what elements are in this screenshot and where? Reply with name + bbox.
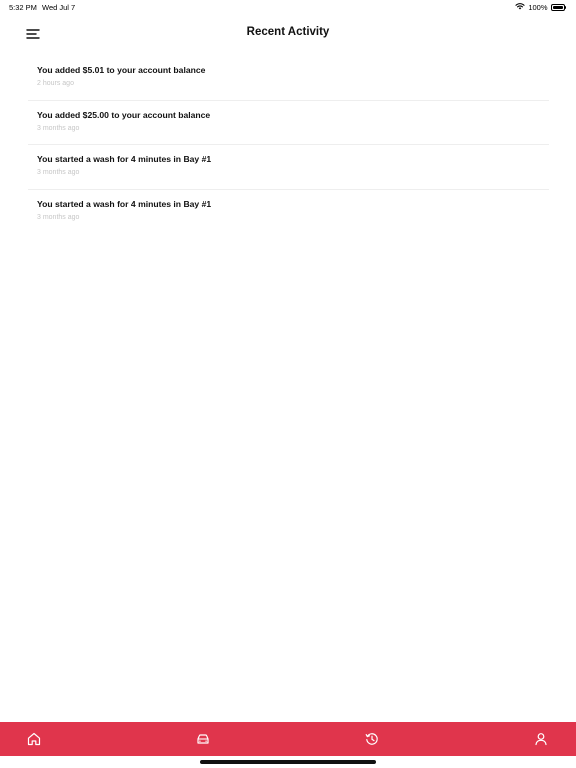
activity-text: You started a wash for 4 minutes in Bay …: [37, 198, 212, 209]
activity-time: 3 months ago: [37, 124, 80, 132]
header: Recent Activity: [0, 20, 576, 48]
page-title: Recent Activity: [246, 26, 330, 38]
status-time: 5:32 PM: [9, 3, 37, 12]
activity-time: 3 months ago: [37, 213, 80, 221]
activity-item: You added $5.01 to your account balance …: [28, 56, 549, 101]
status-bar: 5:32 PM Wed Jul 7 100%: [0, 0, 576, 14]
activity-time: 2 hours ago: [37, 80, 74, 87]
activity-text: You started a wash for 4 minutes in Bay …: [37, 154, 212, 164]
car-icon: [197, 734, 209, 744]
home-indicator[interactable]: [200, 760, 376, 764]
status-right: 100%: [515, 2, 566, 12]
battery-percent: 100%: [528, 2, 548, 12]
activity-item: You started a wash for 4 minutes in Bay …: [28, 145, 549, 190]
profile-icon: [535, 733, 547, 746]
status-date: Wed Jul 7: [42, 3, 76, 12]
activity-item: You added $25.00 to your account balance…: [28, 101, 549, 145]
activity-item: You started a wash for 4 minutes in Bay …: [28, 190, 549, 235]
home-icon: [27, 732, 41, 746]
nav-history-button[interactable]: [364, 731, 380, 747]
nav-car-button[interactable]: [195, 731, 211, 747]
nav-home-button[interactable]: [26, 731, 42, 747]
activity-text: You added $25.00 to your account balance: [37, 109, 211, 120]
screen: 5:32 PM Wed Jul 7 100% Recent Activity Y…: [0, 0, 576, 768]
wifi-icon: [515, 2, 525, 12]
battery-icon: [550, 3, 566, 11]
activity-text: You added $5.01 to your account balance: [37, 65, 206, 75]
nav-profile-button[interactable]: [533, 731, 549, 747]
bottom-nav: [0, 722, 576, 756]
activity-list: You added $5.01 to your account balance …: [28, 56, 549, 234]
activity-time: 3 months ago: [37, 169, 80, 176]
history-icon: [365, 733, 378, 745]
